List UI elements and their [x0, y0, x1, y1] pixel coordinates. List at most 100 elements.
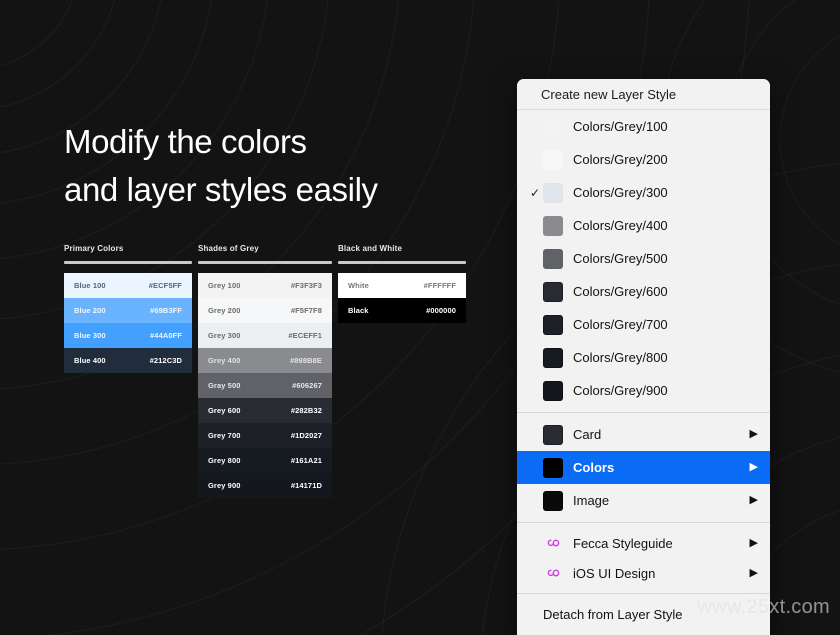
- swatch-row[interactable]: Grey 400 #898B8E: [198, 348, 332, 373]
- swatch-hex: #F3F3F3: [290, 281, 322, 290]
- swatch-hex: #000000: [426, 306, 456, 315]
- menu-item-label: Detach from Layer Style: [543, 606, 683, 622]
- swatch-row[interactable]: Blue 100 #ECF5FF: [64, 273, 192, 298]
- submenu-arrow-icon: ▶: [749, 494, 758, 506]
- menu-item-card[interactable]: Card ▶: [517, 418, 770, 451]
- menu-item-colors-grey-300[interactable]: ✓ Colors/Grey/300: [517, 176, 770, 209]
- swatch-hex: #161A21: [290, 456, 322, 465]
- swatch-name: Grey 200: [208, 306, 241, 315]
- palette-title: Primary Colors: [64, 244, 124, 253]
- swatch-name: White: [348, 281, 369, 290]
- swatch-hex: #69B3FF: [150, 306, 182, 315]
- color-swatch-icon: [543, 424, 563, 445]
- menu-separator: [517, 593, 770, 594]
- swatch-row[interactable]: Grey 200 #F5F7F8: [198, 298, 332, 323]
- layer-style-context-menu[interactable]: Create new Layer Style Colors/Grey/100 C…: [517, 79, 770, 635]
- color-swatch-icon: [543, 490, 563, 511]
- menu-item-colors-grey-700[interactable]: Colors/Grey/700: [517, 308, 770, 341]
- menu-item-colors-grey-900[interactable]: Colors/Grey/900: [517, 374, 770, 407]
- menu-item-colors-grey-500[interactable]: Colors/Grey/500: [517, 242, 770, 275]
- swatch-hex: #1D2027: [290, 431, 322, 440]
- swatch-row[interactable]: White #FFFFFF: [338, 273, 466, 298]
- menu-item-label: Colors/Grey/400: [573, 218, 668, 233]
- submenu-arrow-icon: ▶: [749, 536, 758, 549]
- swatch-table-shades-of-grey: Grey 100 #F3F3F3 Grey 200 #F5F7F8 Grey 3…: [198, 273, 332, 498]
- color-swatch-icon: [543, 281, 563, 302]
- swatch-name: Black: [348, 306, 369, 315]
- menu-item-detach-from-layer-style[interactable]: Detach from Layer Style: [517, 599, 770, 629]
- menu-item-ios-ui-design[interactable]: iOS UI Design ▶: [517, 558, 770, 588]
- swatch-name: Grey 300: [208, 331, 241, 340]
- swatch-name: Grey 100: [208, 281, 241, 290]
- swatch-name: Grey 700: [208, 431, 241, 440]
- menu-item-label: Colors/Grey/800: [573, 350, 668, 365]
- swatch-hex: #ECEFF1: [288, 331, 322, 340]
- swatch-hex: #606267: [292, 381, 322, 390]
- swatch-hex: #F5F7F8: [290, 306, 322, 315]
- swatch-name: Blue 200: [74, 306, 106, 315]
- palette-title: Black and White: [338, 244, 403, 253]
- swatch-table-primary-colors: Blue 100 #ECF5FF Blue 200 #69B3FF Blue 3…: [64, 273, 192, 373]
- swatch-name: Grey 600: [208, 406, 241, 415]
- menu-item-fecca-styleguide[interactable]: Fecca Styleguide ▶: [517, 528, 770, 558]
- swatch-name: Blue 400: [74, 356, 106, 365]
- palette-column-shades-of-grey: Shades of Grey Grey 100 #F3F3F3 Grey 200…: [198, 244, 332, 498]
- submenu-arrow-icon: ▶: [749, 428, 758, 440]
- swatch-hex: #14171D: [290, 481, 322, 490]
- palette-column-primary-colors: Primary Colors Blue 100 #ECF5FF Blue 200…: [64, 244, 192, 498]
- swatch-row[interactable]: Grey 300 #ECEFF1: [198, 323, 332, 348]
- palette-column-black-and-white: Black and White White #FFFFFF Black #000…: [338, 244, 466, 498]
- menu-item-colors-grey-800[interactable]: Colors/Grey/800: [517, 341, 770, 374]
- swatch-name: Gray 500: [208, 381, 241, 390]
- menu-item-label: Colors/Grey/600: [573, 284, 668, 299]
- component-library-icon: [543, 563, 563, 583]
- swatch-row[interactable]: Grey 700 #1D2027: [198, 423, 332, 448]
- menu-separator: [517, 412, 770, 413]
- menu-item-colors-grey-100[interactable]: Colors/Grey/100: [517, 110, 770, 143]
- swatch-hex: #212C3D: [149, 356, 182, 365]
- submenu-arrow-icon: ▶: [749, 566, 758, 579]
- color-swatch-icon: [543, 314, 563, 335]
- swatch-row[interactable]: Grey 100 #F3F3F3: [198, 273, 332, 298]
- swatch-hex: #FFFFFF: [423, 281, 456, 290]
- palette-title: Shades of Grey: [198, 244, 259, 253]
- menu-item-colors[interactable]: Colors ▶: [517, 451, 770, 484]
- swatch-row[interactable]: Black #000000: [338, 298, 466, 323]
- swatch-row[interactable]: Blue 400 #212C3D: [64, 348, 192, 373]
- menu-item-label: Colors/Grey/500: [573, 251, 668, 266]
- color-swatch-icon: [543, 248, 563, 269]
- menu-item-organize-layer-styles[interactable]: Organize Layer Styles: [517, 629, 770, 635]
- swatch-table-black-and-white: White #FFFFFF Black #000000: [338, 273, 466, 323]
- swatch-hex: #44A0FF: [150, 331, 182, 340]
- palette-divider: [338, 261, 466, 264]
- color-swatch-icon: [543, 149, 563, 170]
- submenu-arrow-icon: ▶: [749, 461, 758, 473]
- checkmark-icon: ✓: [529, 185, 541, 200]
- component-library-icon: [543, 533, 563, 553]
- swatch-hex: #ECF5FF: [148, 281, 182, 290]
- menu-item-colors-grey-400[interactable]: Colors/Grey/400: [517, 209, 770, 242]
- menu-item-label: iOS UI Design: [573, 565, 656, 581]
- swatch-row[interactable]: Grey 900 #14171D: [198, 473, 332, 498]
- swatch-row[interactable]: Blue 300 #44A0FF: [64, 323, 192, 348]
- menu-item-image[interactable]: Image ▶: [517, 484, 770, 517]
- menu-header-create-new-layer-style[interactable]: Create new Layer Style: [517, 79, 770, 110]
- menu-item-colors-grey-600[interactable]: Colors/Grey/600: [517, 275, 770, 308]
- color-swatch-icon: [543, 182, 563, 203]
- color-swatch-icon: [543, 347, 563, 368]
- swatch-hex: #282B32: [290, 406, 322, 415]
- menu-item-colors-grey-200[interactable]: Colors/Grey/200: [517, 143, 770, 176]
- swatch-row[interactable]: Grey 600 #282B32: [198, 398, 332, 423]
- menu-item-label: Card: [573, 427, 602, 442]
- menu-item-label: Colors/Grey/700: [573, 317, 668, 332]
- screenshot-root: Modify the colors and layer styles easil…: [0, 0, 840, 635]
- page-title: Modify the colors and layer styles easil…: [64, 123, 378, 208]
- swatch-row[interactable]: Blue 200 #69B3FF: [64, 298, 192, 323]
- menu-item-label: Image: [573, 493, 610, 508]
- menu-item-label: Colors/Grey/200: [573, 152, 668, 167]
- swatch-name: Blue 300: [74, 331, 106, 340]
- swatch-row[interactable]: Gray 500 #606267: [198, 373, 332, 398]
- swatch-row[interactable]: Grey 800 #161A21: [198, 448, 332, 473]
- swatch-name: Grey 400: [208, 356, 241, 365]
- menu-item-label: Colors: [573, 460, 615, 475]
